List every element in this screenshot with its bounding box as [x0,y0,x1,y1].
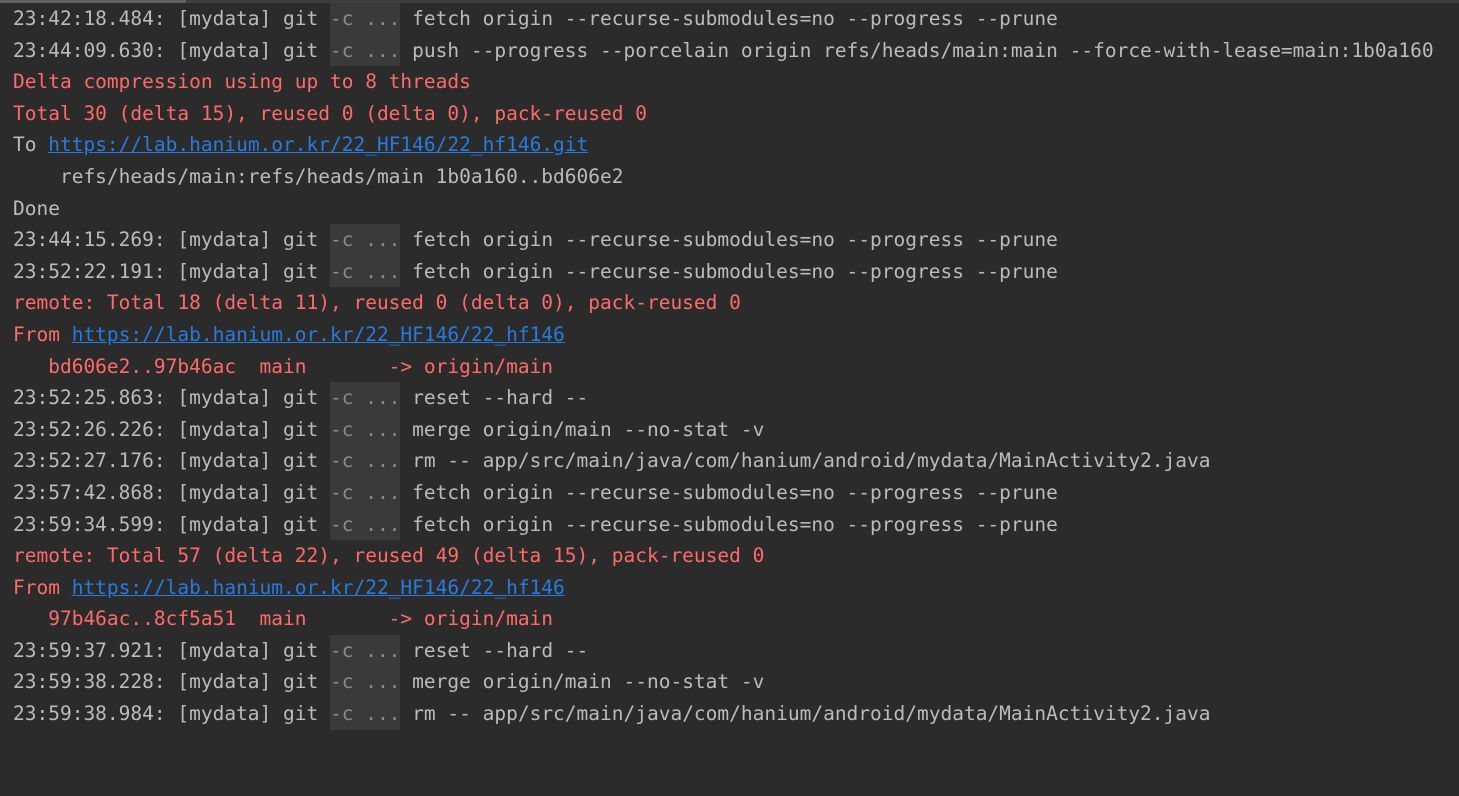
line-command: rm -- app/src/main/java/com/hanium/andro… [400,449,1211,473]
collapsed-args-fold[interactable]: -c ... [329,508,401,541]
line-prefix: 23:59:37.921: [mydata] git [13,638,330,662]
line-prefix: 23:52:27.176: [mydata] git [13,449,330,473]
line-prefix: 23:42:18.484: [mydata] git [13,7,330,30]
line-prefix: 23:57:42.868: [mydata] git [13,480,330,504]
line-prefix: 23:59:38.228: [mydata] git [13,670,330,694]
line-prefix: 23:52:25.863: [mydata] git [13,386,330,410]
console-line-22: 23:59:38.228: [mydata] git -c ... merge … [13,666,1459,699]
line-prefix: To [13,133,49,157]
collapsed-args-fold[interactable]: -c ... [329,3,401,35]
collapsed-args-fold[interactable]: -c ... [329,445,401,477]
console-line-20: 97b46ac..8cf5a51 main -> origin/main [13,607,554,631]
console-line-23: 23:59:38.984: [mydata] git -c ... rm -- … [13,698,1459,730]
collapsed-args-fold[interactable]: -c ... [329,413,401,446]
collapsed-args-fold[interactable]: -c ... [329,634,401,667]
line-prefix: 23:52:22.191: [mydata] git [13,259,330,283]
line-prefix: 23:52:26.226: [mydata] git [13,417,330,441]
remote-url-link[interactable]: https://lab.hanium.or.kr/22_HF146/22_hf1… [72,323,565,346]
console-line-4: Total 30 (delta 15), reused 0 (delta 0),… [13,101,647,125]
line-prefix: 23:44:09.630: [mydata] git [13,38,330,62]
console-line-6: refs/heads/main:refs/heads/main 1b0a160.… [13,164,624,188]
remote-url-link[interactable]: https://lab.hanium.or.kr/22_HF146/22_hf1… [72,576,565,599]
collapsed-args-fold[interactable]: -c ... [329,224,401,256]
line-command: rm -- app/src/main/java/com/hanium/andro… [400,702,1211,726]
console-line-15: 23:52:27.176: [mydata] git -c ... rm -- … [13,445,1459,477]
line-prefix: From [13,322,72,346]
console-line-13: 23:52:25.863: [mydata] git -c ... reset … [13,382,1459,414]
console-line-17: 23:59:34.599: [mydata] git -c ... fetch … [13,508,1459,541]
line-command: push --progress --porcelain origin refs/… [400,38,1434,62]
line-prefix: 23:59:34.599: [mydata] git [13,512,330,536]
line-command: reset --hard -- [400,638,589,662]
line-command: fetch origin --recurse-submodules=no --p… [400,512,1058,536]
line-command: reset --hard -- [400,386,589,410]
remote-url-link[interactable]: https://lab.hanium.or.kr/22_HF146/22_hf1… [48,133,588,156]
console-line-5: To https://lab.hanium.or.kr/22_HF146/22_… [13,129,1459,161]
console-line-18: remote: Total 57 (delta 22), reused 49 (… [13,544,765,568]
console-line-10: remote: Total 18 (delta 11), reused 0 (d… [13,291,741,315]
line-command: merge origin/main --no-stat -v [400,417,765,441]
console-line-19: From https://lab.hanium.or.kr/22_HF146/2… [13,572,1459,604]
line-prefix: 23:59:38.984: [mydata] git [13,702,330,726]
console-line-1: 23:42:18.484: [mydata] git -c ... fetch … [13,3,1459,35]
console-line-8: 23:44:15.269: [mydata] git -c ... fetch … [13,224,1459,256]
collapsed-args-fold[interactable]: -c ... [329,34,401,67]
console-line-16: 23:57:42.868: [mydata] git -c ... fetch … [13,476,1459,509]
line-prefix: From [13,575,72,599]
line-command: fetch origin --recurse-submodules=no --p… [400,259,1058,283]
console-line-3: Delta compression using up to 8 threads [13,70,471,94]
collapsed-args-fold[interactable]: -c ... [329,382,401,414]
console-line-11: From https://lab.hanium.or.kr/22_HF146/2… [13,319,1459,351]
line-command: fetch origin --recurse-submodules=no --p… [400,7,1058,30]
line-command: fetch origin --recurse-submodules=no --p… [400,228,1058,252]
line-command: fetch origin --recurse-submodules=no --p… [400,480,1058,504]
console-line-21: 23:59:37.921: [mydata] git -c ... reset … [13,634,1459,667]
collapsed-args-fold[interactable]: -c ... [329,698,401,730]
line-command: merge origin/main --no-stat -v [400,670,765,694]
console-line-12: bd606e2..97b46ac main -> origin/main [13,354,554,378]
collapsed-args-fold[interactable]: -c ... [329,476,401,509]
console-line-7: Done [13,196,60,220]
line-prefix: 23:44:15.269: [mydata] git [13,228,330,252]
console-line-9: 23:52:22.191: [mydata] git -c ... fetch … [13,255,1459,288]
collapsed-args-fold[interactable]: -c ... [329,666,401,699]
git-console-output: 23:42:18.484: [mydata] git -c ... fetch … [13,3,1459,730]
collapsed-args-fold[interactable]: -c ... [329,255,401,288]
console-line-2: 23:44:09.630: [mydata] git -c ... push -… [13,34,1459,67]
console-line-14: 23:52:26.226: [mydata] git -c ... merge … [13,413,1459,446]
